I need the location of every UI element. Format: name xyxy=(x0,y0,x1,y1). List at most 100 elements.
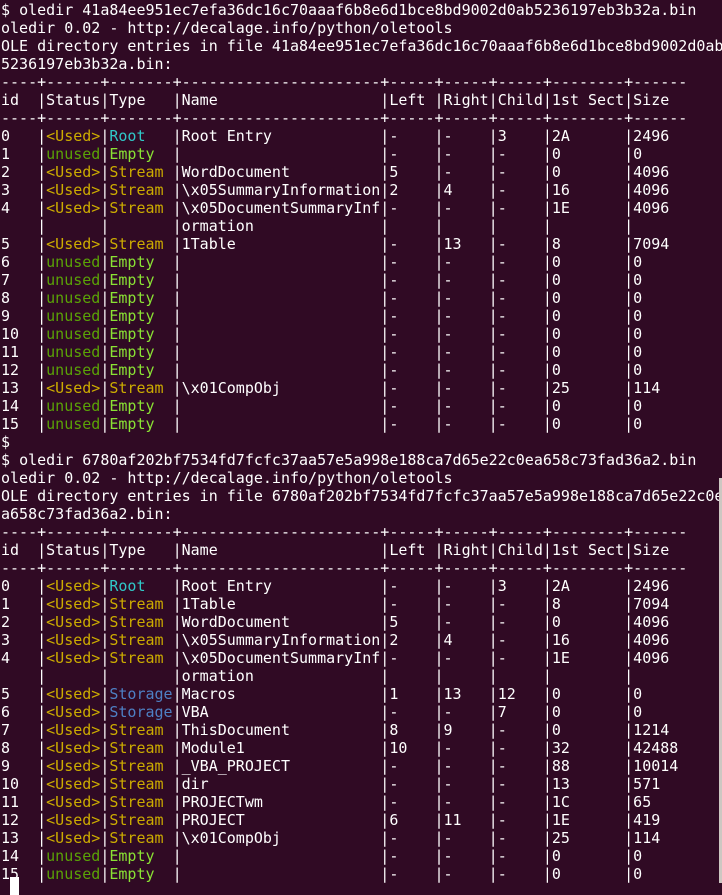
separator-text: ----+------+-------+--------------------… xyxy=(1,73,687,91)
cell-status: <Used> xyxy=(46,829,100,847)
table-row: 0 |<Used>|Root |Root Entry |- |- |3 |2A … xyxy=(1,127,722,145)
cell-values: | |- |- |- |0 |0 xyxy=(173,865,643,883)
cell-type: Stream xyxy=(109,757,172,775)
cell-id: 11 | xyxy=(1,793,46,811)
cell-type: Empty xyxy=(109,397,172,415)
cell-status: <Used> xyxy=(46,613,100,631)
cell-values: | |- |- |- |0 |0 xyxy=(173,325,643,343)
table-row: 0 |<Used>|Root |Root Entry |- |- |3 |2A … xyxy=(1,577,722,595)
banner-line: oledir 0.02 - http://decalage.info/pytho… xyxy=(1,469,722,487)
header-text: id |Status|Type |Name |Left |Right|Child… xyxy=(1,91,669,109)
cell-status: <Used> xyxy=(46,703,100,721)
table-row: 12 |<Used>|Stream |PROJECT |6 |11 |- |1E… xyxy=(1,811,722,829)
cell-values: |VBA |- |- |7 |0 |0 xyxy=(173,703,643,721)
cell-id: 8 | xyxy=(1,739,46,757)
cell-type: Stream xyxy=(109,235,172,253)
header-text: id |Status|Type |Name |Left |Right|Child… xyxy=(1,541,669,559)
cell-id: 6 | xyxy=(1,703,46,721)
table-row: 9 |<Used>|Stream |_VBA_PROJECT |- |- |- … xyxy=(1,757,722,775)
cell-status: <Used> xyxy=(46,181,100,199)
cell-status: <Used> xyxy=(46,811,100,829)
table-header: id |Status|Type |Name |Left |Right|Child… xyxy=(1,541,722,559)
cell-type: Stream xyxy=(109,649,172,667)
cell-type: Empty xyxy=(109,289,172,307)
cell-values: | |- |- |- |0 |0 xyxy=(173,253,643,271)
command-text: oledir 6780af202bf7534fd7fcfc37aa57e5a99… xyxy=(19,451,696,469)
prompt-line: $ oledir 6780af202bf7534fd7fcfc37aa57e5a… xyxy=(1,451,722,469)
cell-type: Root xyxy=(109,127,172,145)
cell-values: |dir |- |- |- |13 |571 xyxy=(173,775,661,793)
prompt-symbol: $ xyxy=(1,433,10,451)
cell-id: 7 | xyxy=(1,721,46,739)
cell-id: 7 | xyxy=(1,271,46,289)
cell-status: <Used> xyxy=(46,649,100,667)
table-row: 11 |<Used>|Stream |PROJECTwm |- |- |- |1… xyxy=(1,793,722,811)
cell-values: |1Table |- |- |- |8 |7094 xyxy=(173,595,670,613)
listing-intro-line: a658c73fad36a2.bin: xyxy=(1,505,722,523)
cell-type: Stream xyxy=(109,379,172,397)
cell-status: <Used> xyxy=(46,739,100,757)
prompt-line: $ xyxy=(1,433,722,451)
cell-status: <Used> xyxy=(46,631,100,649)
cell-type: Stream xyxy=(109,613,172,631)
cell-status: unused xyxy=(46,847,100,865)
cell-type: Stream xyxy=(109,739,172,757)
cell-type: Empty xyxy=(109,415,172,433)
cell-values: |PROJECT |6 |11 |- |1E |419 xyxy=(173,811,661,829)
cell-type: Root xyxy=(109,577,172,595)
cell-type: Stream xyxy=(109,811,172,829)
cell-status: unused xyxy=(46,343,100,361)
listing-intro-line: OLE directory entries in file 6780af202b… xyxy=(1,487,722,505)
terminal-screen[interactable]: $ oledir 41a84ee951ec7efa36dc16c70aaaf6b… xyxy=(0,0,722,883)
table-row: 13 |<Used>|Stream |\x01CompObj |- |- |- … xyxy=(1,829,722,847)
table-row: 1 |<Used>|Stream |1Table |- |- |- |8 |70… xyxy=(1,595,722,613)
cell-status: <Used> xyxy=(46,235,100,253)
separator-text: ----+------+-------+--------------------… xyxy=(1,523,687,541)
cell-status: <Used> xyxy=(46,775,100,793)
banner-text: oledir 0.02 - http://decalage.info/pytho… xyxy=(1,19,453,37)
cell-id: 11 | xyxy=(1,343,46,361)
cell-id: 14 | xyxy=(1,847,46,865)
cell-id: 6 | xyxy=(1,253,46,271)
listing-intro-text: a658c73fad36a2.bin: xyxy=(1,505,173,523)
cell-values: |\x05DocumentSummaryInf|- |- |- |1E |409… xyxy=(173,199,670,217)
listing-intro-text: OLE directory entries in file 41a84ee951… xyxy=(1,37,722,55)
cell-values: |_VBA_PROJECT |- |- |- |88 |10014 xyxy=(173,757,679,775)
cell-status: <Used> xyxy=(46,163,100,181)
table-row: 13 |<Used>|Stream |\x01CompObj |- |- |- … xyxy=(1,379,722,397)
cell-type: Empty xyxy=(109,307,172,325)
cell-values: | |- |- |- |0 |0 xyxy=(173,307,643,325)
table-row: 2 |<Used>|Stream |WordDocument |5 |- |- … xyxy=(1,163,722,181)
cell-status: unused xyxy=(46,397,100,415)
continuation-text: | | |ormation | | | | | xyxy=(1,217,633,235)
cell-values: |\x05SummaryInformation|2 |4 |- |16 |409… xyxy=(173,181,670,199)
cell-id: 13 | xyxy=(1,379,46,397)
cell-id: 3 | xyxy=(1,631,46,649)
cell-values: | |- |- |- |0 |0 xyxy=(173,271,643,289)
table-row: 8 |<Used>|Stream |Module1 |10 |- |- |32 … xyxy=(1,739,722,757)
cell-type: Empty xyxy=(109,361,172,379)
table-row: 9 |unused|Empty | |- |- |- |0 |0 xyxy=(1,307,722,325)
table-row: 10 |<Used>|Stream |dir |- |- |- |13 |571 xyxy=(1,775,722,793)
prompt-line: $ oledir 41a84ee951ec7efa36dc16c70aaaf6b… xyxy=(1,1,722,19)
table-row: 14 |unused|Empty | |- |- |- |0 |0 xyxy=(1,847,722,865)
banner-text: oledir 0.02 - http://decalage.info/pytho… xyxy=(1,469,453,487)
cell-id: 12 | xyxy=(1,811,46,829)
table-row: 14 |unused|Empty | |- |- |- |0 |0 xyxy=(1,397,722,415)
cell-id: 14 | xyxy=(1,397,46,415)
table-row: 5 |<Used>|Storage|Macros |1 |13 |12 |0 |… xyxy=(1,685,722,703)
cell-type: Empty xyxy=(109,253,172,271)
cell-status: <Used> xyxy=(46,199,100,217)
cell-values: |Macros |1 |13 |12 |0 |0 xyxy=(173,685,643,703)
cell-values: |Root Entry |- |- |3 |2A |2496 xyxy=(173,577,670,595)
cell-status: <Used> xyxy=(46,757,100,775)
table-row: 6 |unused|Empty | |- |- |- |0 |0 xyxy=(1,253,722,271)
cell-status: unused xyxy=(46,865,100,883)
cell-values: | |- |- |- |0 |0 xyxy=(173,361,643,379)
cell-values: |Root Entry |- |- |3 |2A |2496 xyxy=(173,127,670,145)
table-row: 12 |unused|Empty | |- |- |- |0 |0 xyxy=(1,361,722,379)
table-row: 3 |<Used>|Stream |\x05SummaryInformation… xyxy=(1,631,722,649)
cell-values: | |- |- |- |0 |0 xyxy=(173,145,643,163)
cell-id: 5 | xyxy=(1,685,46,703)
listing-intro-line: 5236197eb3b32a.bin: xyxy=(1,55,722,73)
